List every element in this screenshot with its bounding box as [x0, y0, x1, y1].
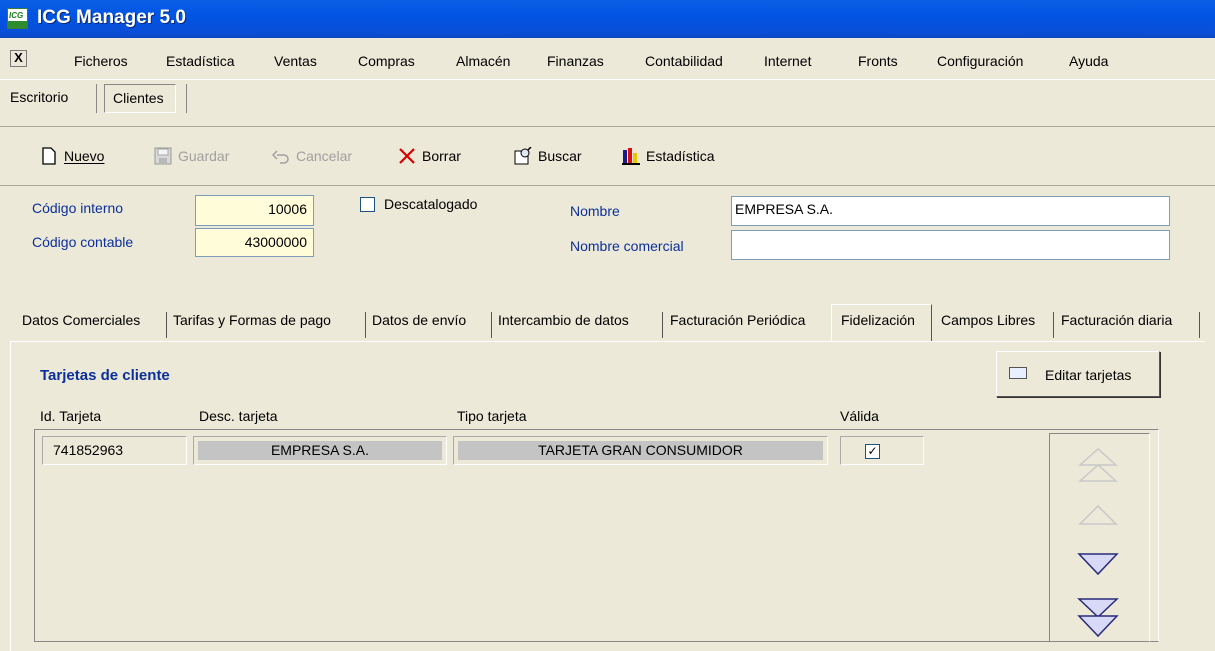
menu-configuracion[interactable]: Configuración — [937, 53, 1023, 69]
editar-tarjetas-button[interactable]: Editar tarjetas — [996, 351, 1160, 397]
menu-internet[interactable]: Internet — [764, 53, 811, 69]
undo-icon — [272, 150, 289, 164]
bar-chart-icon — [622, 148, 640, 165]
menu-ayuda[interactable]: Ayuda — [1069, 53, 1108, 69]
divider — [166, 312, 167, 338]
cell-tipo-value: TARJETA GRAN CONSUMIDOR — [458, 441, 823, 460]
tab-tarifas[interactable]: Tarifas y Formas de pago — [173, 312, 331, 328]
menu-finanzas[interactable]: Finanzas — [547, 53, 604, 69]
cell-valida: ✓ — [840, 436, 924, 465]
column-header-tipo: Tipo tarjeta — [457, 408, 527, 424]
cell-desc-tarjeta[interactable]: EMPRESA S.A. — [193, 436, 447, 465]
last-record-icon[interactable] — [1076, 596, 1120, 640]
menu-ficheros[interactable]: Ficheros — [74, 53, 128, 69]
borrar-label: Borrar — [422, 148, 461, 164]
codigo-contable-label: Código contable — [32, 234, 134, 250]
card-icon — [1009, 367, 1027, 379]
cell-desc-value: EMPRESA S.A. — [198, 441, 442, 460]
descatalogado-checkbox[interactable] — [360, 197, 375, 212]
divider — [96, 84, 97, 113]
borrar-button[interactable]: Borrar — [398, 147, 461, 165]
column-header-valida: Válida — [840, 408, 879, 424]
estadistica-button[interactable]: Estadística — [622, 147, 714, 165]
delete-x-icon — [399, 148, 415, 164]
next-record-icon[interactable] — [1076, 551, 1120, 577]
section-title: Tarjetas de cliente — [40, 367, 170, 384]
doc-tab-clientes[interactable]: Clientes — [104, 84, 176, 113]
menu-contabilidad[interactable]: Contabilidad — [645, 53, 723, 69]
codigo-contable-field[interactable]: 43000000 — [195, 228, 314, 257]
nuevo-button[interactable]: Nuevo — [40, 147, 104, 165]
guardar-button[interactable]: Guardar — [154, 147, 229, 165]
divider — [186, 84, 187, 113]
doc-tab-escritorio[interactable]: Escritorio — [10, 89, 68, 105]
new-document-icon — [42, 147, 56, 165]
menu-fronts[interactable]: Fronts — [858, 53, 898, 69]
editar-tarjetas-label: Editar tarjetas — [1045, 367, 1132, 383]
valida-checkbox[interactable]: ✓ — [865, 444, 880, 459]
divider — [662, 312, 663, 338]
column-header-desc: Desc. tarjeta — [199, 408, 278, 424]
save-icon — [154, 147, 172, 165]
search-icon — [514, 147, 532, 165]
divider — [1199, 312, 1200, 338]
tab-fidelizacion[interactable]: Fidelización — [831, 304, 932, 342]
divider — [1053, 312, 1054, 338]
divider — [365, 312, 366, 338]
codigo-interno-label: Código interno — [32, 200, 124, 216]
descatalogado-label: Descatalogado — [384, 196, 478, 212]
menu-ventas[interactable]: Ventas — [274, 53, 317, 69]
nombre-comercial-field[interactable] — [731, 230, 1170, 260]
nombre-field[interactable]: EMPRESA S.A. — [731, 196, 1170, 226]
buscar-label: Buscar — [538, 148, 582, 164]
tab-facturacion-diaria[interactable]: Facturación diaria — [1061, 312, 1172, 328]
cell-id-tarjeta[interactable]: 741852963 — [42, 436, 187, 465]
codigo-interno-field[interactable]: 10006 — [195, 195, 314, 226]
first-record-icon[interactable] — [1076, 445, 1120, 485]
column-header-id: Id. Tarjeta — [40, 408, 102, 424]
app-logo-text: ICG — [9, 11, 24, 20]
guardar-label: Guardar — [178, 148, 230, 164]
tab-intercambio[interactable]: Intercambio de datos — [498, 312, 629, 328]
divider — [491, 312, 492, 338]
menu-estadistica[interactable]: Estadística — [166, 53, 234, 69]
nombre-label: Nombre — [570, 203, 620, 219]
buscar-button[interactable]: Buscar — [514, 147, 582, 165]
menu-compras[interactable]: Compras — [358, 53, 415, 69]
tab-facturacion-periodica[interactable]: Facturación Periódica — [670, 312, 805, 328]
tab-fidelizacion-label: Fidelización — [841, 312, 915, 328]
doc-tab-clientes-label: Clientes — [113, 90, 164, 106]
estadistica-label: Estadística — [646, 148, 715, 164]
tab-campos-libres[interactable]: Campos Libres — [941, 312, 1035, 328]
app-logo-icon: ICG — [7, 8, 28, 29]
previous-record-icon[interactable] — [1076, 503, 1120, 527]
cancelar-button[interactable]: Cancelar — [272, 147, 352, 165]
window-title: ICG Manager 5.0 — [37, 7, 186, 28]
close-icon[interactable]: X — [10, 50, 27, 67]
menu-almacen[interactable]: Almacén — [456, 53, 510, 69]
nuevo-label: Nuevo — [64, 148, 105, 164]
divider — [0, 79, 1215, 80]
nombre-comercial-label: Nombre comercial — [570, 238, 684, 254]
cell-tipo-tarjeta[interactable]: TARJETA GRAN CONSUMIDOR — [453, 436, 828, 465]
cancelar-label: Cancelar — [296, 148, 353, 164]
tab-datos-envio[interactable]: Datos de envío — [372, 312, 466, 328]
tab-datos-comerciales[interactable]: Datos Comerciales — [22, 312, 140, 328]
